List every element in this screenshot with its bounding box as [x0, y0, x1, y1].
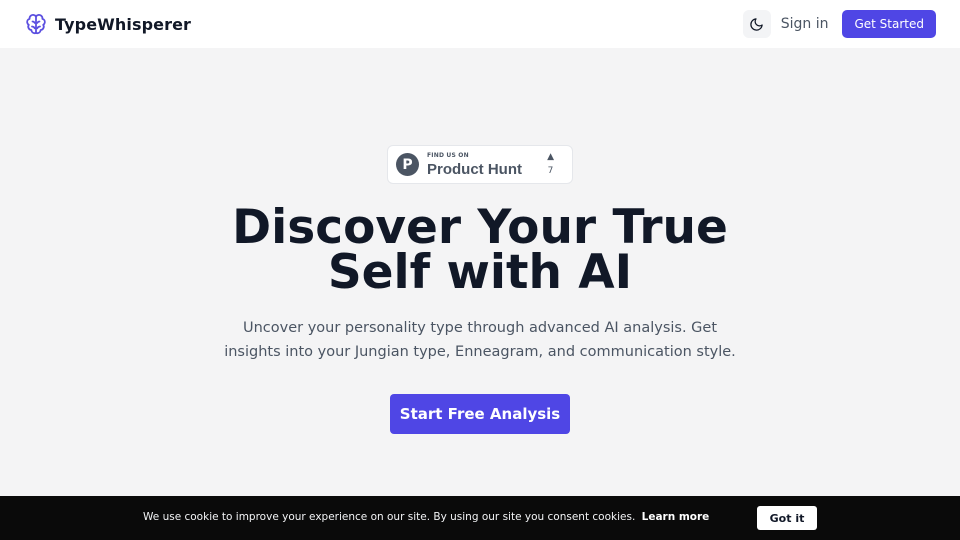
start-free-analysis-button[interactable]: Start Free Analysis — [390, 394, 570, 434]
product-hunt-upvotes: ▲ 7 — [547, 153, 554, 176]
hero-subtitle: Uncover your personality type through ad… — [224, 320, 736, 360]
hero-title: Discover Your True Self with AI — [0, 204, 960, 296]
product-hunt-name: Product Hunt — [427, 160, 522, 178]
product-hunt-badge[interactable]: P FIND US ON Product Hunt ▲ 7 — [387, 145, 573, 184]
upvote-arrow-icon: ▲ — [547, 152, 554, 162]
upvote-count: 7 — [547, 166, 554, 176]
header-actions: Sign in Get Started — [742, 10, 936, 38]
get-started-button[interactable]: Get Started — [842, 10, 936, 38]
theme-toggle-button[interactable] — [742, 10, 771, 38]
brand-link[interactable]: TypeWhisperer — [24, 12, 191, 36]
moon-icon — [750, 17, 763, 31]
product-hunt-text: FIND US ON Product Hunt — [427, 151, 522, 178]
got-it-button[interactable]: Got it — [757, 506, 817, 530]
product-hunt-small-text: FIND US ON — [427, 151, 469, 159]
cookie-message: We use cookie to improve your experience… — [143, 511, 636, 523]
product-hunt-logo-icon: P — [396, 153, 419, 176]
sign-in-link[interactable]: Sign in — [781, 16, 829, 32]
brand-name: TypeWhisperer — [55, 14, 192, 34]
cookie-banner: We use cookie to improve your experience… — [0, 496, 960, 540]
cookie-message-row: We use cookie to improve your experience… — [143, 511, 709, 523]
learn-more-link[interactable]: Learn more — [642, 511, 710, 523]
hero-title-line-2: Self with AI — [327, 245, 633, 300]
top-nav: TypeWhisperer Sign in Get Started — [0, 0, 960, 48]
brain-icon — [26, 14, 46, 35]
